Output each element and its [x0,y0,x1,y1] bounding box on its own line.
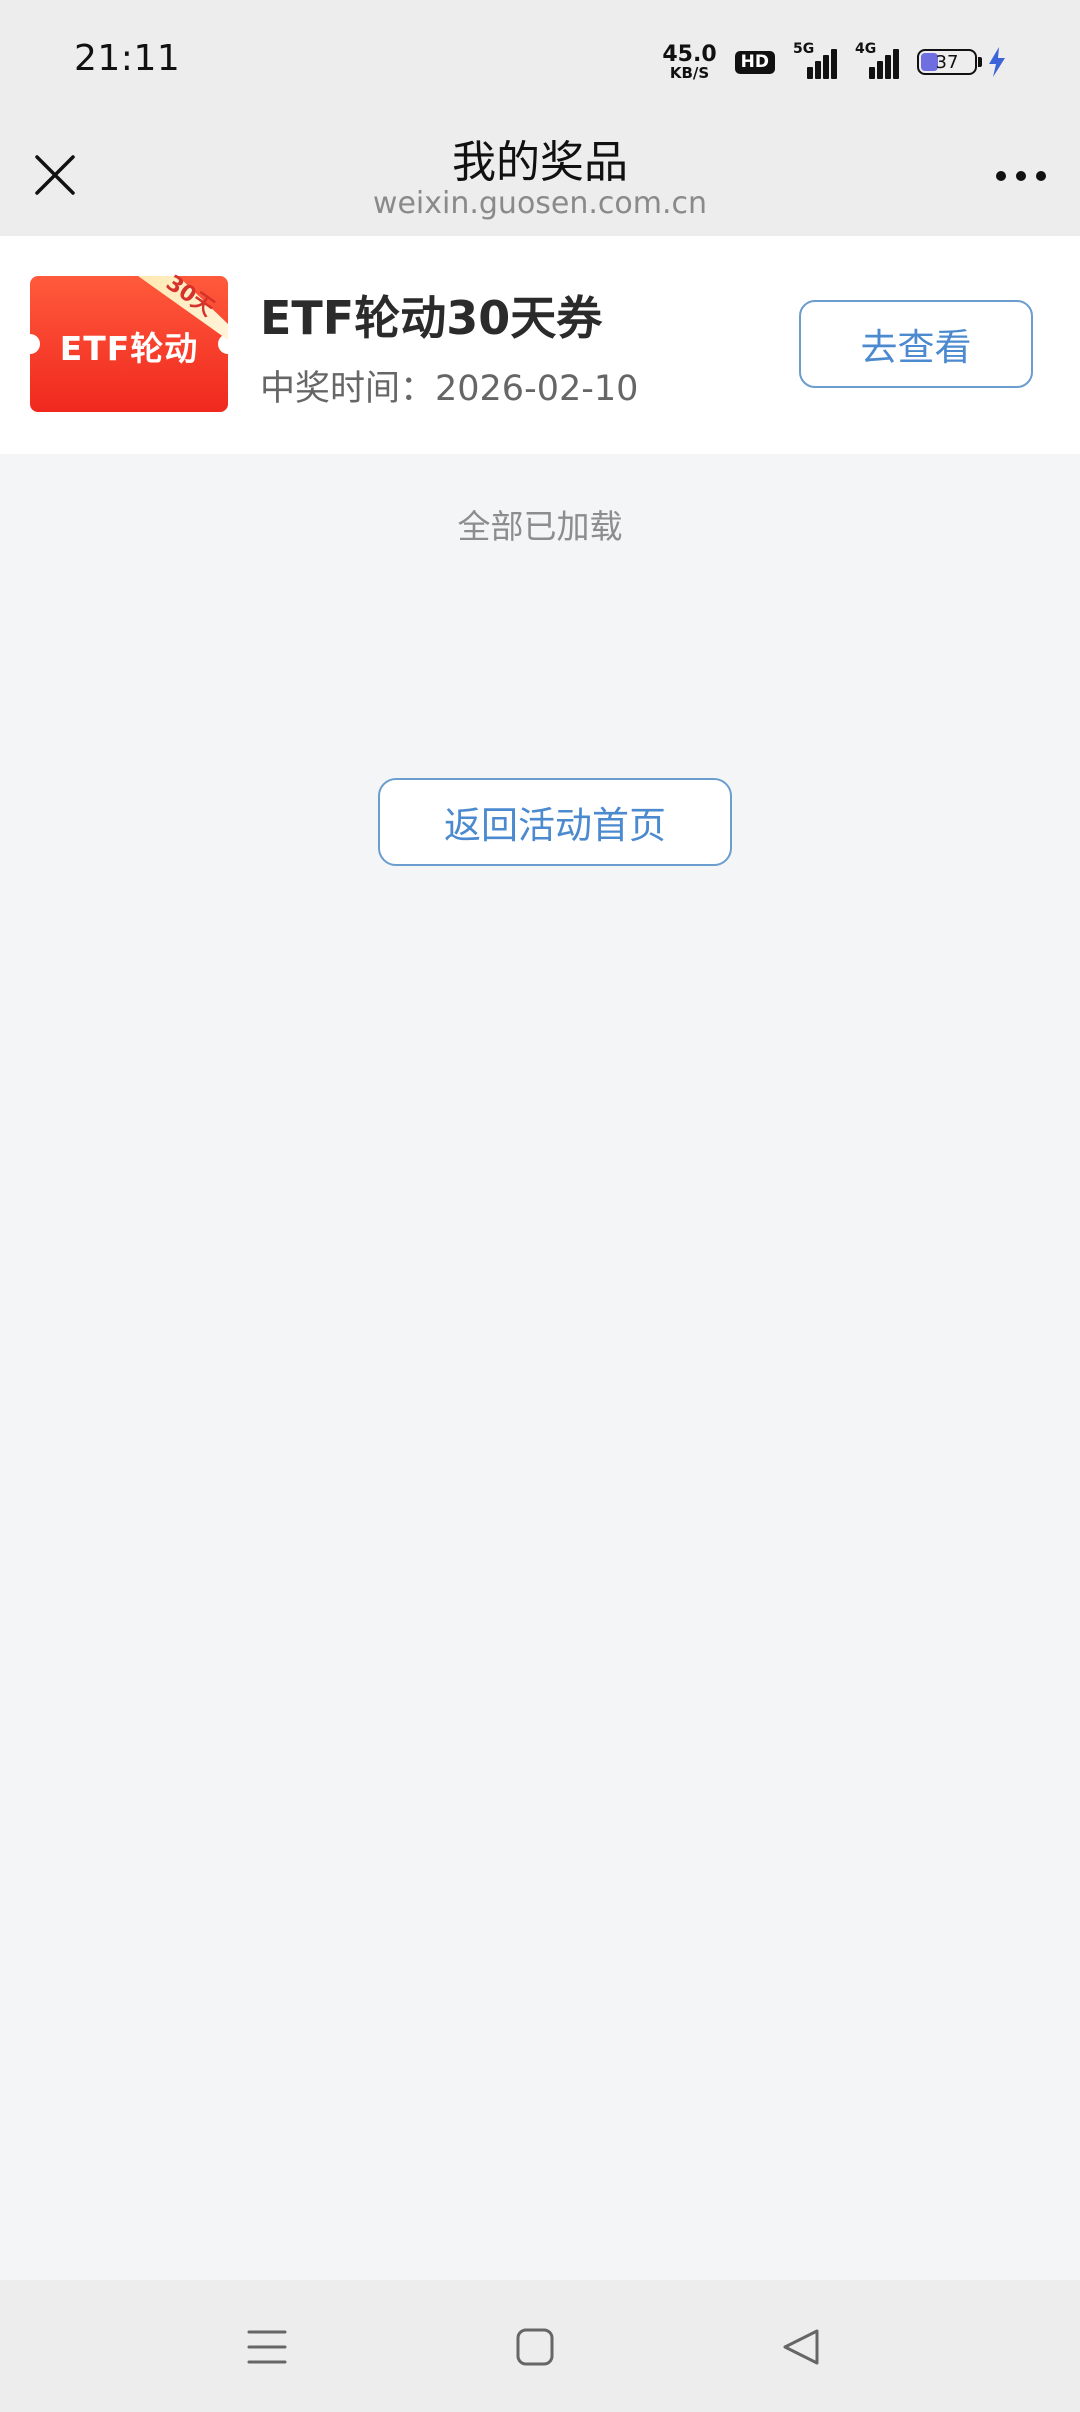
back-triangle-icon [783,2329,819,2365]
battery-icon: 37 [917,47,1006,77]
network-speed-value: 45.0 [662,41,717,67]
signal-5g-icon: 5G [793,41,837,79]
status-indicators: 45.0 KB/S HD 5G 4G 37 [662,40,1006,84]
prize-time: 中奖时间：2026-02-10 [260,369,639,409]
home-button[interactable] [508,2320,562,2374]
coupon-image: ETF轮动 30天 [30,271,228,412]
back-button[interactable] [774,2320,828,2374]
signal-4g-icon: 4G [855,41,899,79]
prize-name: ETF轮动30天券 [260,291,603,345]
signal-4g-tag: 4G [855,41,877,57]
system-nav-bar [0,2280,1080,2412]
nav-bar: 我的奖品 weixin.guosen.com.cn [0,118,1080,236]
all-loaded-text: 全部已加载 [457,507,623,546]
view-prize-button[interactable]: 去查看 [799,300,1033,388]
charging-bolt-icon [989,47,1005,77]
more-button[interactable] [990,158,1052,194]
coupon-label: ETF轮动 [59,329,199,368]
network-speed-unit: KB/S [669,63,710,82]
recent-apps-button[interactable] [240,2320,294,2374]
network-speed: 45.0 KB/S [662,41,717,82]
prize-card: ETF轮动 30天 ETF轮动30天券 中奖时间：2026-02-10 去查看 [0,236,1080,454]
status-bar: 21:11 45.0 KB/S HD 5G 4G 37 [0,0,1080,118]
status-time: 21:11 [74,38,181,79]
home-icon [516,2328,554,2366]
menu-icon [247,2330,287,2364]
signal-5g-tag: 5G [793,41,815,57]
more-icon [996,171,1046,181]
hd-icon: HD [734,50,775,74]
back-to-activity-home-button[interactable]: 返回活动首页 [378,778,732,866]
battery-level: 37 [935,51,959,73]
page-url: weixin.guosen.com.cn [372,186,708,221]
page-title: 我的奖品 [452,137,628,188]
